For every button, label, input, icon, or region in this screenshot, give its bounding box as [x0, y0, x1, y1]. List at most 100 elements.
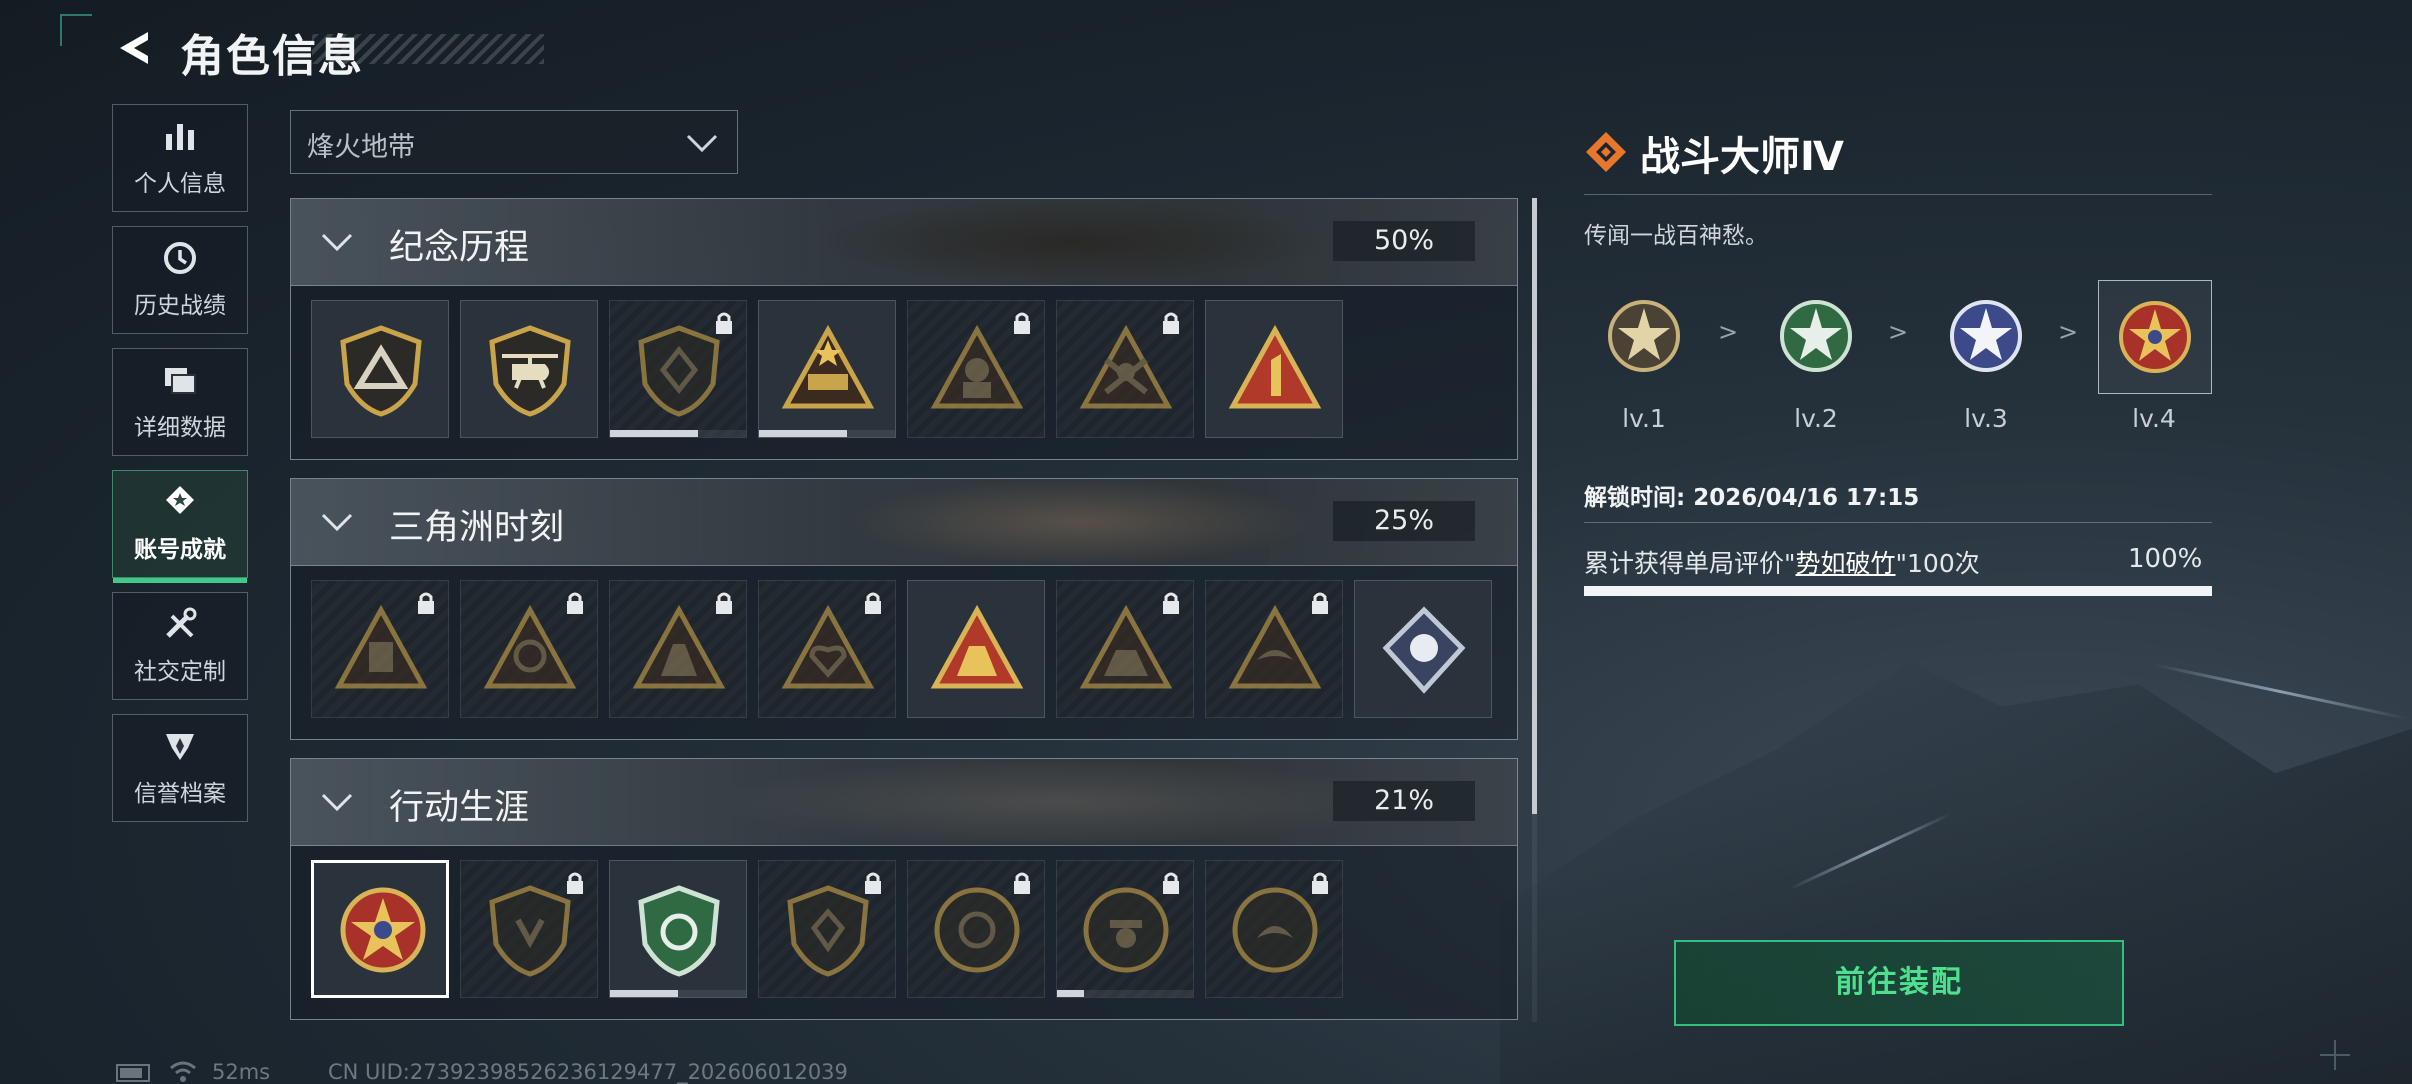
achievement-badge[interactable]	[907, 860, 1045, 998]
achievement-section: 纪念历程 50%	[290, 198, 1518, 460]
mountain-shield-emblem-icon	[331, 320, 431, 420]
mask-triangle-emblem-icon	[480, 600, 580, 700]
sidebar-item-label: 信誉档案	[134, 781, 226, 807]
star-medal-icon	[2119, 301, 2191, 373]
player-uid: CN UID:27392398526236129477_202606012039	[328, 1060, 848, 1084]
level-2-badge[interactable]	[1760, 280, 1872, 392]
achievement-badge[interactable]	[907, 580, 1045, 718]
achievement-badge[interactable]	[758, 860, 896, 998]
ping-latency: 52ms	[212, 1060, 271, 1084]
helicopter-shield-emblem-icon	[480, 320, 580, 420]
chevron-down-icon	[321, 793, 353, 812]
scrollbar-thumb[interactable]	[1532, 198, 1537, 814]
gem-shield-emblem-icon	[778, 880, 878, 980]
achievement-badge[interactable]	[758, 580, 896, 718]
achievement-badge[interactable]	[1205, 580, 1343, 718]
achievement-badge[interactable]	[758, 300, 896, 438]
level-3-badge[interactable]	[1930, 280, 2042, 392]
sidebar-item-social[interactable]: 社交定制	[112, 592, 248, 700]
lock-icon	[716, 312, 732, 334]
lock-icon	[567, 592, 583, 614]
squad-triangle-emblem-icon	[629, 600, 729, 700]
heart-triangle-emblem-icon	[778, 600, 878, 700]
achievement-badge[interactable]	[1056, 860, 1194, 998]
badge-progress-bar	[759, 430, 895, 437]
back-arrow-icon[interactable]	[112, 26, 156, 70]
star-medal-icon	[1950, 300, 2022, 372]
battery-icon	[116, 1064, 150, 1082]
tools-icon	[166, 607, 197, 638]
background-lightning	[2152, 663, 2408, 720]
crosshair-decoration	[2320, 1040, 2350, 1070]
achievement-badge[interactable]	[311, 300, 449, 438]
go-equip-button[interactable]: 前往装配	[1674, 940, 2124, 1026]
achievement-badge[interactable]	[460, 300, 598, 438]
level-label: lv.3	[1964, 404, 2008, 433]
badge-progress-bar	[1057, 990, 1193, 997]
divider	[1584, 194, 2212, 195]
team-triangle-emblem-icon	[930, 604, 1024, 689]
ring-circle-emblem-icon	[927, 880, 1027, 980]
sidebar-item-label: 个人信息	[134, 171, 226, 197]
condition-percent: 100%	[2128, 544, 2203, 574]
lock-icon	[1163, 592, 1179, 614]
lock-icon	[1014, 872, 1030, 894]
level-4-badge[interactable]	[2098, 280, 2212, 394]
badge-progress-bar	[610, 430, 746, 437]
achievement-badge[interactable]	[1056, 300, 1194, 438]
header-scene-art	[711, 759, 1411, 845]
number-one-triangle-emblem-icon	[1228, 324, 1322, 409]
section-header[interactable]: 三角洲时刻 25%	[291, 479, 1517, 566]
achievement-badge[interactable]	[311, 580, 449, 718]
sidebar-item-achievements[interactable]: 账号成就	[112, 470, 248, 583]
star-medal-icon	[1780, 300, 1852, 372]
soldier-triangle-emblem-icon	[927, 320, 1027, 420]
achievement-badge-selected[interactable]	[311, 860, 449, 998]
section-header[interactable]: 行动生涯 21%	[291, 759, 1517, 846]
mode-filter-dropdown[interactable]: 烽火地带	[290, 110, 738, 174]
lock-icon	[1014, 312, 1030, 334]
lock-icon	[1163, 872, 1179, 894]
level-1-badge[interactable]	[1588, 280, 1700, 392]
badge-row	[291, 286, 1517, 438]
badge-row	[291, 566, 1517, 718]
sidebar-item-label: 历史战绩	[134, 293, 226, 319]
achievement-badge[interactable]	[1205, 300, 1343, 438]
section-header[interactable]: 纪念历程 50%	[291, 199, 1517, 286]
condition-progress-bar	[1584, 586, 2212, 596]
achievement-badge[interactable]	[460, 580, 598, 718]
green-shield-emblem-icon	[638, 885, 720, 977]
lock-icon	[1312, 592, 1328, 614]
lock-icon	[1163, 312, 1179, 334]
achievement-badge[interactable]	[907, 300, 1045, 438]
achievement-badge[interactable]	[1354, 580, 1492, 718]
soldiers-triangle-emblem-icon	[1076, 600, 1176, 700]
section-title: 行动生涯	[389, 788, 530, 828]
achievement-description: 传闻一战百神愁。	[1584, 223, 1768, 249]
diamond-shield-emblem-icon	[629, 320, 729, 420]
lock-icon	[865, 592, 881, 614]
achievement-badge[interactable]	[609, 860, 747, 998]
level-label: lv.2	[1794, 404, 1838, 433]
lock-icon	[716, 592, 732, 614]
level-label: lv.4	[2132, 404, 2176, 433]
achievement-badge[interactable]	[609, 300, 747, 438]
level-label: lv.1	[1622, 404, 1666, 433]
sidebar-item-label: 账号成就	[134, 537, 226, 563]
sidebar-item-detailed-data[interactable]: 详细数据	[112, 348, 248, 456]
sidebar-item-personal-info[interactable]: 个人信息	[112, 104, 248, 212]
lock-icon	[865, 872, 881, 894]
header-scene-art	[851, 479, 1311, 565]
level-separator: >	[1718, 318, 1739, 346]
achievement-badge[interactable]	[460, 860, 598, 998]
chevron-down-icon	[686, 134, 718, 153]
achievement-badge[interactable]	[1056, 580, 1194, 718]
condition-text: 累计获得单局评价"	[1584, 549, 1796, 578]
lock-icon	[418, 592, 434, 614]
section-title: 三角洲时刻	[389, 508, 565, 548]
achievement-badge[interactable]	[1205, 860, 1343, 998]
sidebar-item-history[interactable]: 历史战绩	[112, 226, 248, 334]
achievement-badge[interactable]	[609, 580, 747, 718]
level-separator: >	[1888, 318, 1909, 346]
sidebar-item-reputation[interactable]: 信誉档案	[112, 714, 248, 822]
